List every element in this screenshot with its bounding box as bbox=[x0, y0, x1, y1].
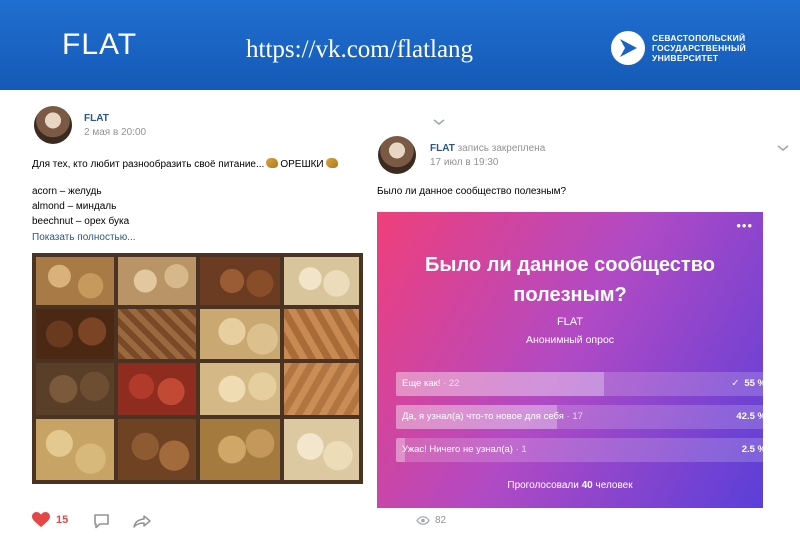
heart-icon bbox=[32, 512, 50, 527]
post-poll: FLAT запись закреплена 17 июл в 19:30 Бы… bbox=[370, 90, 800, 554]
poll-vote-total[interactable]: Проголосовали 40 человек bbox=[377, 480, 763, 491]
brand-title: FLAT bbox=[62, 28, 138, 61]
share-icon[interactable] bbox=[133, 515, 151, 528]
peanut-emoji-icon bbox=[325, 158, 338, 168]
post-text: Было ли данное сообщество полезным? bbox=[377, 186, 567, 197]
community-url[interactable]: https://vk.com/flatlang bbox=[246, 36, 473, 64]
avatar[interactable] bbox=[34, 106, 72, 144]
post-author[interactable]: FLAT запись закреплена bbox=[430, 143, 545, 154]
poll-type: Анонимный опрос bbox=[525, 334, 615, 346]
chevron-down-icon[interactable] bbox=[776, 143, 790, 153]
vocab-line: acorn – желудь bbox=[32, 186, 102, 197]
nuts-photo[interactable] bbox=[32, 253, 363, 484]
show-more-link[interactable]: Показать полностью... bbox=[32, 232, 136, 243]
university-name: СЕВАСТОПОЛЬСКИЙ ГОСУДАРСТВЕННЫЙ УНИВЕРСИ… bbox=[652, 33, 746, 63]
poll-owner: FLAT bbox=[556, 316, 584, 328]
vocab-line: almond – миндаль bbox=[32, 201, 117, 212]
views-counter: 82 bbox=[416, 515, 446, 526]
more-options-icon[interactable]: ••• bbox=[736, 218, 753, 233]
poll-option[interactable]: Да, я узнал(а) что-то новое для себя · 1… bbox=[396, 405, 774, 429]
post-date[interactable]: 17 июл в 19:30 bbox=[430, 157, 499, 168]
peanut-emoji-icon bbox=[266, 158, 279, 168]
poll-question: Было ли данное сообщество полезным? bbox=[425, 254, 715, 306]
avatar[interactable] bbox=[378, 136, 416, 174]
top-banner: FLAT https://vk.com/flatlang СЕВАСТОПОЛЬ… bbox=[0, 0, 800, 90]
post-author[interactable]: FLAT bbox=[84, 113, 109, 124]
pinned-label: запись закреплена bbox=[457, 143, 546, 154]
post-date[interactable]: 2 мая в 20:00 bbox=[84, 127, 146, 138]
poll-option[interactable]: Еще как! · 22 ✓ 55 % bbox=[396, 372, 774, 396]
poll-option[interactable]: Ужас! Ничего не узнал(а) · 1 2.5 % bbox=[396, 438, 774, 462]
vocab-line: beechnut – орех бука bbox=[32, 216, 130, 227]
poll-card: ••• Было ли данное сообщество полезным? … bbox=[377, 212, 774, 508]
check-icon: ✓ bbox=[731, 378, 740, 389]
post-nuts: FLAT 2 мая в 20:00 Для тех, кто любит ра… bbox=[0, 90, 370, 554]
sevsu-logo-icon bbox=[611, 31, 645, 65]
eye-icon bbox=[416, 516, 430, 525]
like-count: 15 bbox=[56, 514, 69, 526]
like-button[interactable]: 15 bbox=[32, 512, 68, 528]
comment-icon[interactable] bbox=[93, 514, 110, 529]
post-intro-line: Для тех, кто любит разнообразить своё пи… bbox=[32, 158, 340, 170]
